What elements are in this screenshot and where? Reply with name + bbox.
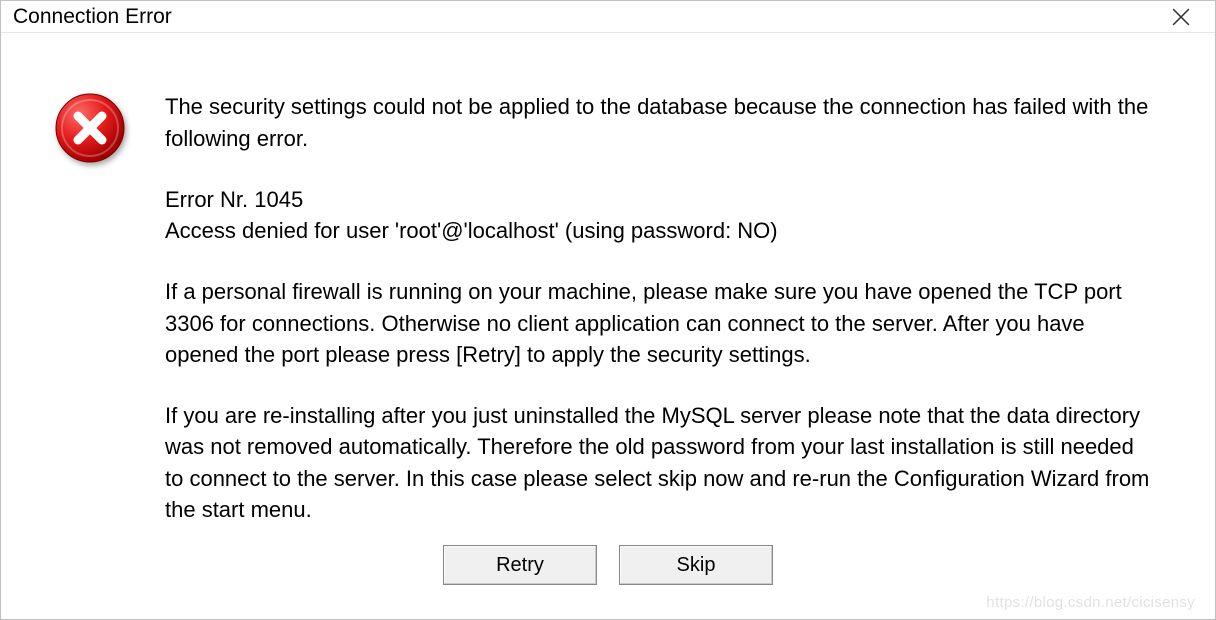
message-text: The security settings could not be appli… [165, 91, 1153, 525]
close-icon [1172, 8, 1190, 26]
icon-column [53, 91, 127, 525]
error-nr-value: 1045 [254, 187, 303, 212]
close-button[interactable] [1161, 2, 1201, 32]
button-row: Retry Skip [1, 545, 1215, 619]
retry-button[interactable]: Retry [443, 545, 597, 585]
error-number-line: Error Nr. 1045 [165, 184, 1153, 215]
dialog-content: The security settings could not be appli… [1, 33, 1215, 545]
error-detail-text: Access denied for user 'root'@'localhost… [165, 215, 1153, 246]
window-title: Connection Error [13, 5, 172, 29]
reinstall-hint-text: If you are re-installing after you just … [165, 400, 1153, 525]
error-nr-label: Error Nr. [165, 187, 248, 212]
firewall-hint-text: If a personal firewall is running on you… [165, 276, 1153, 370]
error-icon [53, 91, 127, 165]
connection-error-dialog: Connection Error [0, 0, 1216, 620]
skip-button[interactable]: Skip [619, 545, 773, 585]
intro-text: The security settings could not be appli… [165, 91, 1153, 153]
titlebar: Connection Error [1, 1, 1215, 33]
